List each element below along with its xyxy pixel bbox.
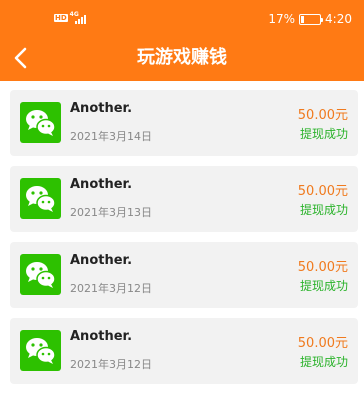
- hd-badge: HD: [54, 14, 68, 22]
- status-right: 17% 4:20: [268, 11, 352, 27]
- record-date: 2021年3月12日: [70, 358, 152, 371]
- list-item[interactable]: Another. 2021年3月14日 50.00元 提现成功: [10, 90, 358, 156]
- wechat-icon: [20, 254, 61, 295]
- status-label: 提现成功: [299, 355, 348, 369]
- withdrawal-list: Another. 2021年3月14日 50.00元 提现成功 Another.…: [10, 90, 358, 394]
- record-date: 2021年3月12日: [70, 282, 152, 295]
- amount: 50.00元: [297, 260, 348, 275]
- record-date: 2021年3月13日: [70, 206, 152, 219]
- user-name: Another.: [70, 101, 133, 116]
- list-item[interactable]: Another. 2021年3月12日 50.00元 提现成功: [10, 242, 358, 308]
- signal-indicators: HD 4G: [54, 11, 92, 25]
- user-name: Another.: [70, 177, 133, 192]
- page-title: 玩游戏赚钱: [137, 47, 227, 68]
- battery-percent: 17%: [268, 12, 296, 26]
- wechat-icon: [20, 178, 61, 219]
- app-header: HD 4G 17% 4:20 玩游戏赚钱: [0, 0, 364, 81]
- status-bar: HD 4G 17% 4:20: [0, 0, 364, 38]
- list-item[interactable]: Another. 2021年3月12日 50.00元 提现成功: [10, 318, 358, 384]
- status-label: 提现成功: [299, 203, 348, 217]
- wechat-icon: [20, 102, 61, 143]
- amount: 50.00元: [297, 108, 348, 123]
- list-item[interactable]: Another. 2021年3月13日 50.00元 提现成功: [10, 166, 358, 232]
- user-name: Another.: [70, 253, 133, 268]
- user-name: Another.: [70, 329, 133, 344]
- wechat-icon: [20, 330, 61, 371]
- clock: 4:20: [325, 12, 352, 26]
- battery-icon: [299, 13, 324, 25]
- signal-bars-icon: [74, 15, 86, 24]
- record-date: 2021年3月14日: [70, 130, 152, 143]
- amount: 50.00元: [297, 184, 348, 199]
- signal-icon: 4G: [70, 11, 92, 25]
- status-label: 提现成功: [299, 279, 348, 293]
- status-label: 提现成功: [299, 127, 348, 141]
- amount: 50.00元: [297, 336, 348, 351]
